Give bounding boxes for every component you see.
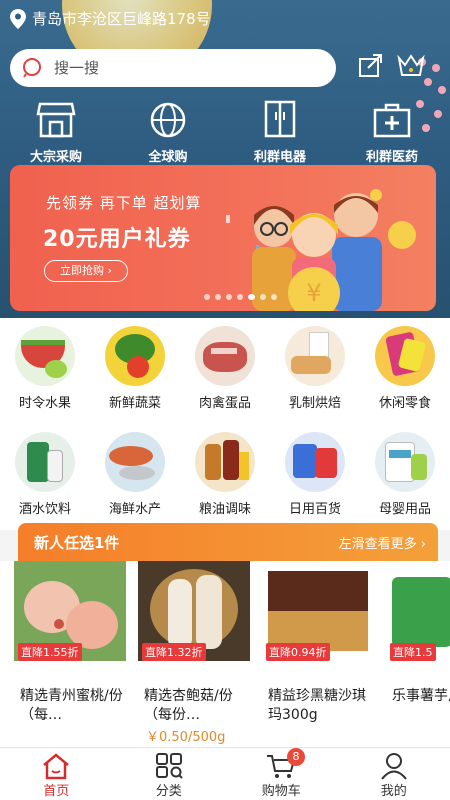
fruit-icon — [15, 326, 75, 386]
grid-item-snacks[interactable]: 休闲零食 — [360, 326, 450, 411]
product-name: 乐事薯芋片沁 — [392, 688, 450, 704]
product-card[interactable]: 直降1.32折 精选杏鲍菇/份（每份… ￥0.50/500g — [138, 561, 250, 745]
product-card[interactable]: 直降1.55折 精选青州蜜桃/份（每… — [14, 561, 126, 723]
category-label: 大宗采购 — [29, 150, 82, 165]
dairy-icon — [285, 326, 345, 386]
category-icon — [155, 753, 183, 779]
svg-text:¥: ¥ — [306, 279, 321, 307]
grid-item-dairy[interactable]: 乳制烘焙 — [270, 326, 360, 411]
medkit-icon — [373, 103, 411, 138]
vegetable-icon — [105, 326, 165, 386]
location-text: 青岛市李沧区巨峰路178号 — [32, 10, 211, 28]
promo-banner[interactable]: 先领券 再下单 超划算 20元用户礼券 立即抢购 › ¥ — [10, 165, 436, 311]
fridge-icon — [264, 100, 296, 138]
category-label: 利群电器 — [253, 150, 306, 165]
grid-item-daily-goods[interactable]: 日用百货 — [270, 432, 360, 517]
baby-products-icon — [375, 432, 435, 492]
grab-now-button[interactable]: 立即抢购 › — [44, 260, 128, 282]
category-pharmacy[interactable]: 利群医药 — [336, 100, 448, 165]
banner-illustration: ¥ — [226, 189, 416, 311]
product-price: ￥0.50/500g — [146, 730, 226, 745]
product-card[interactable]: 直降0.94折 精益珍黑糖沙琪玛300g — [262, 561, 374, 723]
grid-item-drinks[interactable]: 酒水饮料 — [0, 432, 90, 517]
product-name: 精选青州蜜桃/份（每… — [20, 688, 123, 723]
product-card[interactable]: 直降1.5 乐事薯芋片沁 — [386, 561, 450, 704]
store-icon — [36, 102, 76, 138]
banner-tagline: 先领券 再下单 超划算 — [46, 194, 202, 212]
location-pin-icon — [10, 8, 26, 29]
grid-item-baby[interactable]: 母婴用品 — [360, 432, 450, 517]
seafood-icon — [105, 432, 165, 492]
grid-item-grain-oil[interactable]: 粮油调味 — [180, 432, 270, 517]
tab-profile[interactable]: 我的 — [338, 748, 450, 800]
grid-item-fruit[interactable]: 时令水果 — [0, 326, 90, 411]
category-grid: 时令水果 新鲜蔬菜 肉禽蛋品 乳制烘焙 休闲零食 酒水饮料 海鲜水产 粮油调味 … — [0, 318, 450, 530]
tab-category[interactable]: 分类 — [113, 748, 226, 800]
product-carousel[interactable]: 直降1.55折 精选青州蜜桃/份（每… 直降1.32折 精选杏鲍菇/份（每份… … — [0, 561, 450, 747]
top-categories: 大宗采购 全球购 利群电器 利群医药 — [0, 100, 450, 165]
product-name: 精选杏鲍菇/份（每份… — [144, 688, 233, 723]
meat-icon — [195, 326, 255, 386]
category-appliances[interactable]: 利群电器 — [224, 100, 336, 165]
product-name: 精益珍黑糖沙琪玛300g — [268, 688, 366, 723]
bottom-tab-bar: 首页 分类 8 购物车 我的 — [0, 747, 450, 800]
carousel-dots — [204, 294, 277, 300]
category-label: 全球购 — [148, 150, 188, 165]
home-icon — [43, 753, 70, 780]
drinks-icon — [15, 432, 75, 492]
snacks-icon — [375, 326, 435, 386]
grid-item-vegetable[interactable]: 新鲜蔬菜 — [90, 326, 180, 411]
globe-icon — [150, 102, 186, 138]
category-global-buy[interactable]: 全球购 — [112, 100, 224, 165]
new-user-title: 新人任选1件 — [34, 534, 120, 552]
search-bar[interactable] — [10, 49, 336, 87]
share-icon[interactable] — [356, 50, 386, 80]
tab-label: 购物车 — [261, 784, 301, 799]
discount-tag: 直降1.55折 — [18, 643, 82, 661]
tab-home[interactable]: 首页 — [0, 748, 113, 800]
category-label: 利群医药 — [365, 150, 418, 165]
tab-cart[interactable]: 8 购物车 — [225, 748, 338, 800]
user-icon — [380, 753, 407, 780]
discount-tag: 直降1.5 — [390, 643, 436, 661]
new-user-section-header: 新人任选1件 左滑查看更多 › — [18, 523, 438, 561]
grain-oil-icon — [195, 432, 255, 492]
category-bulk-purchase[interactable]: 大宗采购 — [0, 100, 112, 165]
tab-label: 我的 — [380, 784, 407, 799]
crown-basket-icon[interactable] — [396, 50, 426, 80]
banner-title: 20元用户礼券 — [43, 227, 191, 252]
search-icon — [23, 58, 41, 78]
discount-tag: 直降1.32折 — [142, 643, 206, 661]
discount-tag: 直降0.94折 — [266, 643, 330, 661]
tab-label: 首页 — [43, 784, 70, 799]
cart-count-badge: 8 — [287, 748, 305, 766]
grid-item-seafood[interactable]: 海鲜水产 — [90, 432, 180, 517]
grid-item-meat[interactable]: 肉禽蛋品 — [180, 326, 270, 411]
location-bar[interactable]: 青岛市李沧区巨峰路178号 — [10, 8, 211, 29]
swipe-more-link[interactable]: 左滑查看更多 › — [339, 533, 426, 552]
tab-label: 分类 — [155, 784, 182, 799]
search-input[interactable] — [54, 59, 294, 77]
daily-goods-icon — [285, 432, 345, 492]
